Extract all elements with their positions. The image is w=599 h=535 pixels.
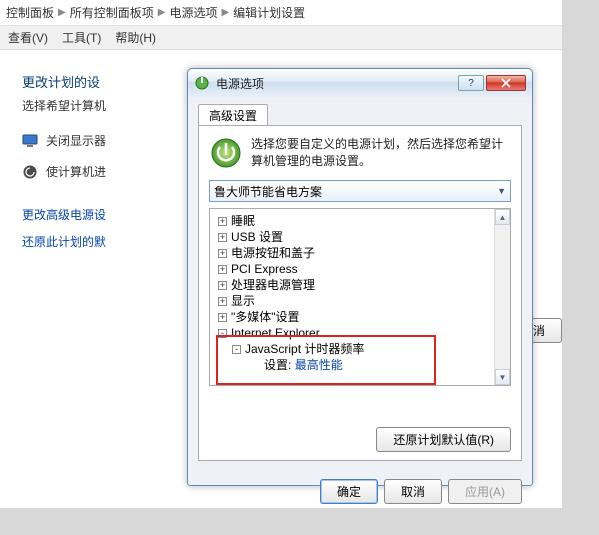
link-advanced[interactable]: 更改高级电源设 <box>22 206 182 223</box>
breadcrumb-item[interactable]: 控制面板 <box>6 4 54 21</box>
help-button[interactable]: ? <box>458 75 484 91</box>
apply-button[interactable]: 应用(A) <box>448 479 522 504</box>
dialog-title: 电源选项 <box>216 75 458 92</box>
tree-item-usb[interactable]: +USB 设置 <box>212 229 508 245</box>
question-icon: ? <box>468 78 474 89</box>
power-options-dialog: 电源选项 ? 高级设置 选择您要自定义的电源计划，然后选择您希望计算机管理的电源… <box>187 68 533 486</box>
close-icon <box>501 78 511 88</box>
plan-dropdown[interactable]: 鲁大师节能省电方案 ▼ <box>209 180 511 202</box>
close-button[interactable] <box>486 75 526 91</box>
breadcrumb-item[interactable]: 编辑计划设置 <box>233 4 305 21</box>
tree-item-cpu[interactable]: +处理器电源管理 <box>212 277 508 293</box>
scroll-track[interactable] <box>495 225 510 369</box>
breadcrumb[interactable]: 控制面板▶ 所有控制面板项▶ 电源选项▶ 编辑计划设置 <box>0 0 562 26</box>
menu-help[interactable]: 帮助(H) <box>115 29 156 46</box>
menu-tools[interactable]: 工具(T) <box>62 29 101 46</box>
option-sleep: 使计算机进 <box>22 163 182 180</box>
tab-content: 选择您要自定义的电源计划，然后选择您希望计算机管理的电源设置。 鲁大师节能省电方… <box>198 125 522 461</box>
expand-icon[interactable]: + <box>218 233 227 242</box>
menubar: 查看(V) 工具(T) 帮助(H) <box>0 26 562 50</box>
option-label: 关闭显示器 <box>46 132 106 149</box>
setting-value[interactable]: 最高性能 <box>295 358 343 372</box>
option-label: 使计算机进 <box>46 163 106 180</box>
power-plan-icon <box>209 136 243 170</box>
tree-item-ie[interactable]: -Internet Explorer <box>212 325 508 341</box>
power-icon <box>194 75 210 91</box>
page-title: 更改计划的设 <box>22 72 182 91</box>
monitor-icon <box>22 133 38 149</box>
scroll-up-icon[interactable]: ▲ <box>495 209 510 225</box>
scroll-down-icon[interactable]: ▼ <box>495 369 510 385</box>
cancel-button[interactable]: 取消 <box>384 479 442 504</box>
tree-item-pci[interactable]: +PCI Express <box>212 261 508 277</box>
menu-view[interactable]: 查看(V) <box>8 29 48 46</box>
tree-item-hibernate[interactable]: +睡眠 <box>212 213 508 229</box>
expand-icon[interactable]: + <box>218 249 227 258</box>
expand-icon[interactable]: + <box>218 281 227 290</box>
scrollbar[interactable]: ▲ ▼ <box>494 209 510 385</box>
expand-icon[interactable]: + <box>218 313 227 322</box>
chevron-right-icon: ▶ <box>158 7 166 18</box>
titlebar[interactable]: 电源选项 ? <box>188 69 532 97</box>
collapse-icon[interactable]: - <box>218 329 227 338</box>
link-restore-plan[interactable]: 还原此计划的默 <box>22 233 182 250</box>
collapse-icon[interactable]: - <box>232 345 241 354</box>
dropdown-value: 鲁大师节能省电方案 <box>214 183 322 200</box>
tabstrip: 高级设置 <box>198 103 522 125</box>
tree-item-jsfreq[interactable]: -JavaScript 计时器频率 <box>212 341 508 357</box>
expand-icon[interactable]: + <box>218 265 227 274</box>
sleep-icon <box>22 164 38 180</box>
tree-item-media[interactable]: +"多媒体"设置 <box>212 309 508 325</box>
tree-item-powerbtn[interactable]: +电源按钮和盖子 <box>212 245 508 261</box>
tree-item-display[interactable]: +显示 <box>212 293 508 309</box>
tree-setting-row[interactable]: 设置: 最高性能 <box>212 357 508 373</box>
option-display-off: 关闭显示器 <box>22 132 182 149</box>
breadcrumb-item[interactable]: 所有控制面板项 <box>70 4 154 21</box>
expand-icon[interactable]: + <box>218 217 227 226</box>
expand-icon[interactable]: + <box>218 297 227 306</box>
chevron-down-icon: ▼ <box>497 186 506 196</box>
ok-button[interactable]: 确定 <box>320 479 378 504</box>
chevron-right-icon: ▶ <box>58 7 66 18</box>
settings-tree: +睡眠 +USB 设置 +电源按钮和盖子 +PCI Express +处理器电源… <box>209 208 511 386</box>
chevron-right-icon: ▶ <box>221 7 229 18</box>
breadcrumb-item[interactable]: 电源选项 <box>169 4 217 21</box>
page-subtitle: 选择希望计算机 <box>22 97 182 114</box>
tab-advanced[interactable]: 高级设置 <box>198 104 268 126</box>
setting-label: 设置: <box>264 358 291 372</box>
restore-defaults-button[interactable]: 还原计划默认值(R) <box>376 427 511 452</box>
dialog-footer: 确定 取消 应用(A) <box>188 471 532 512</box>
intro-text: 选择您要自定义的电源计划，然后选择您希望计算机管理的电源设置。 <box>251 136 511 170</box>
